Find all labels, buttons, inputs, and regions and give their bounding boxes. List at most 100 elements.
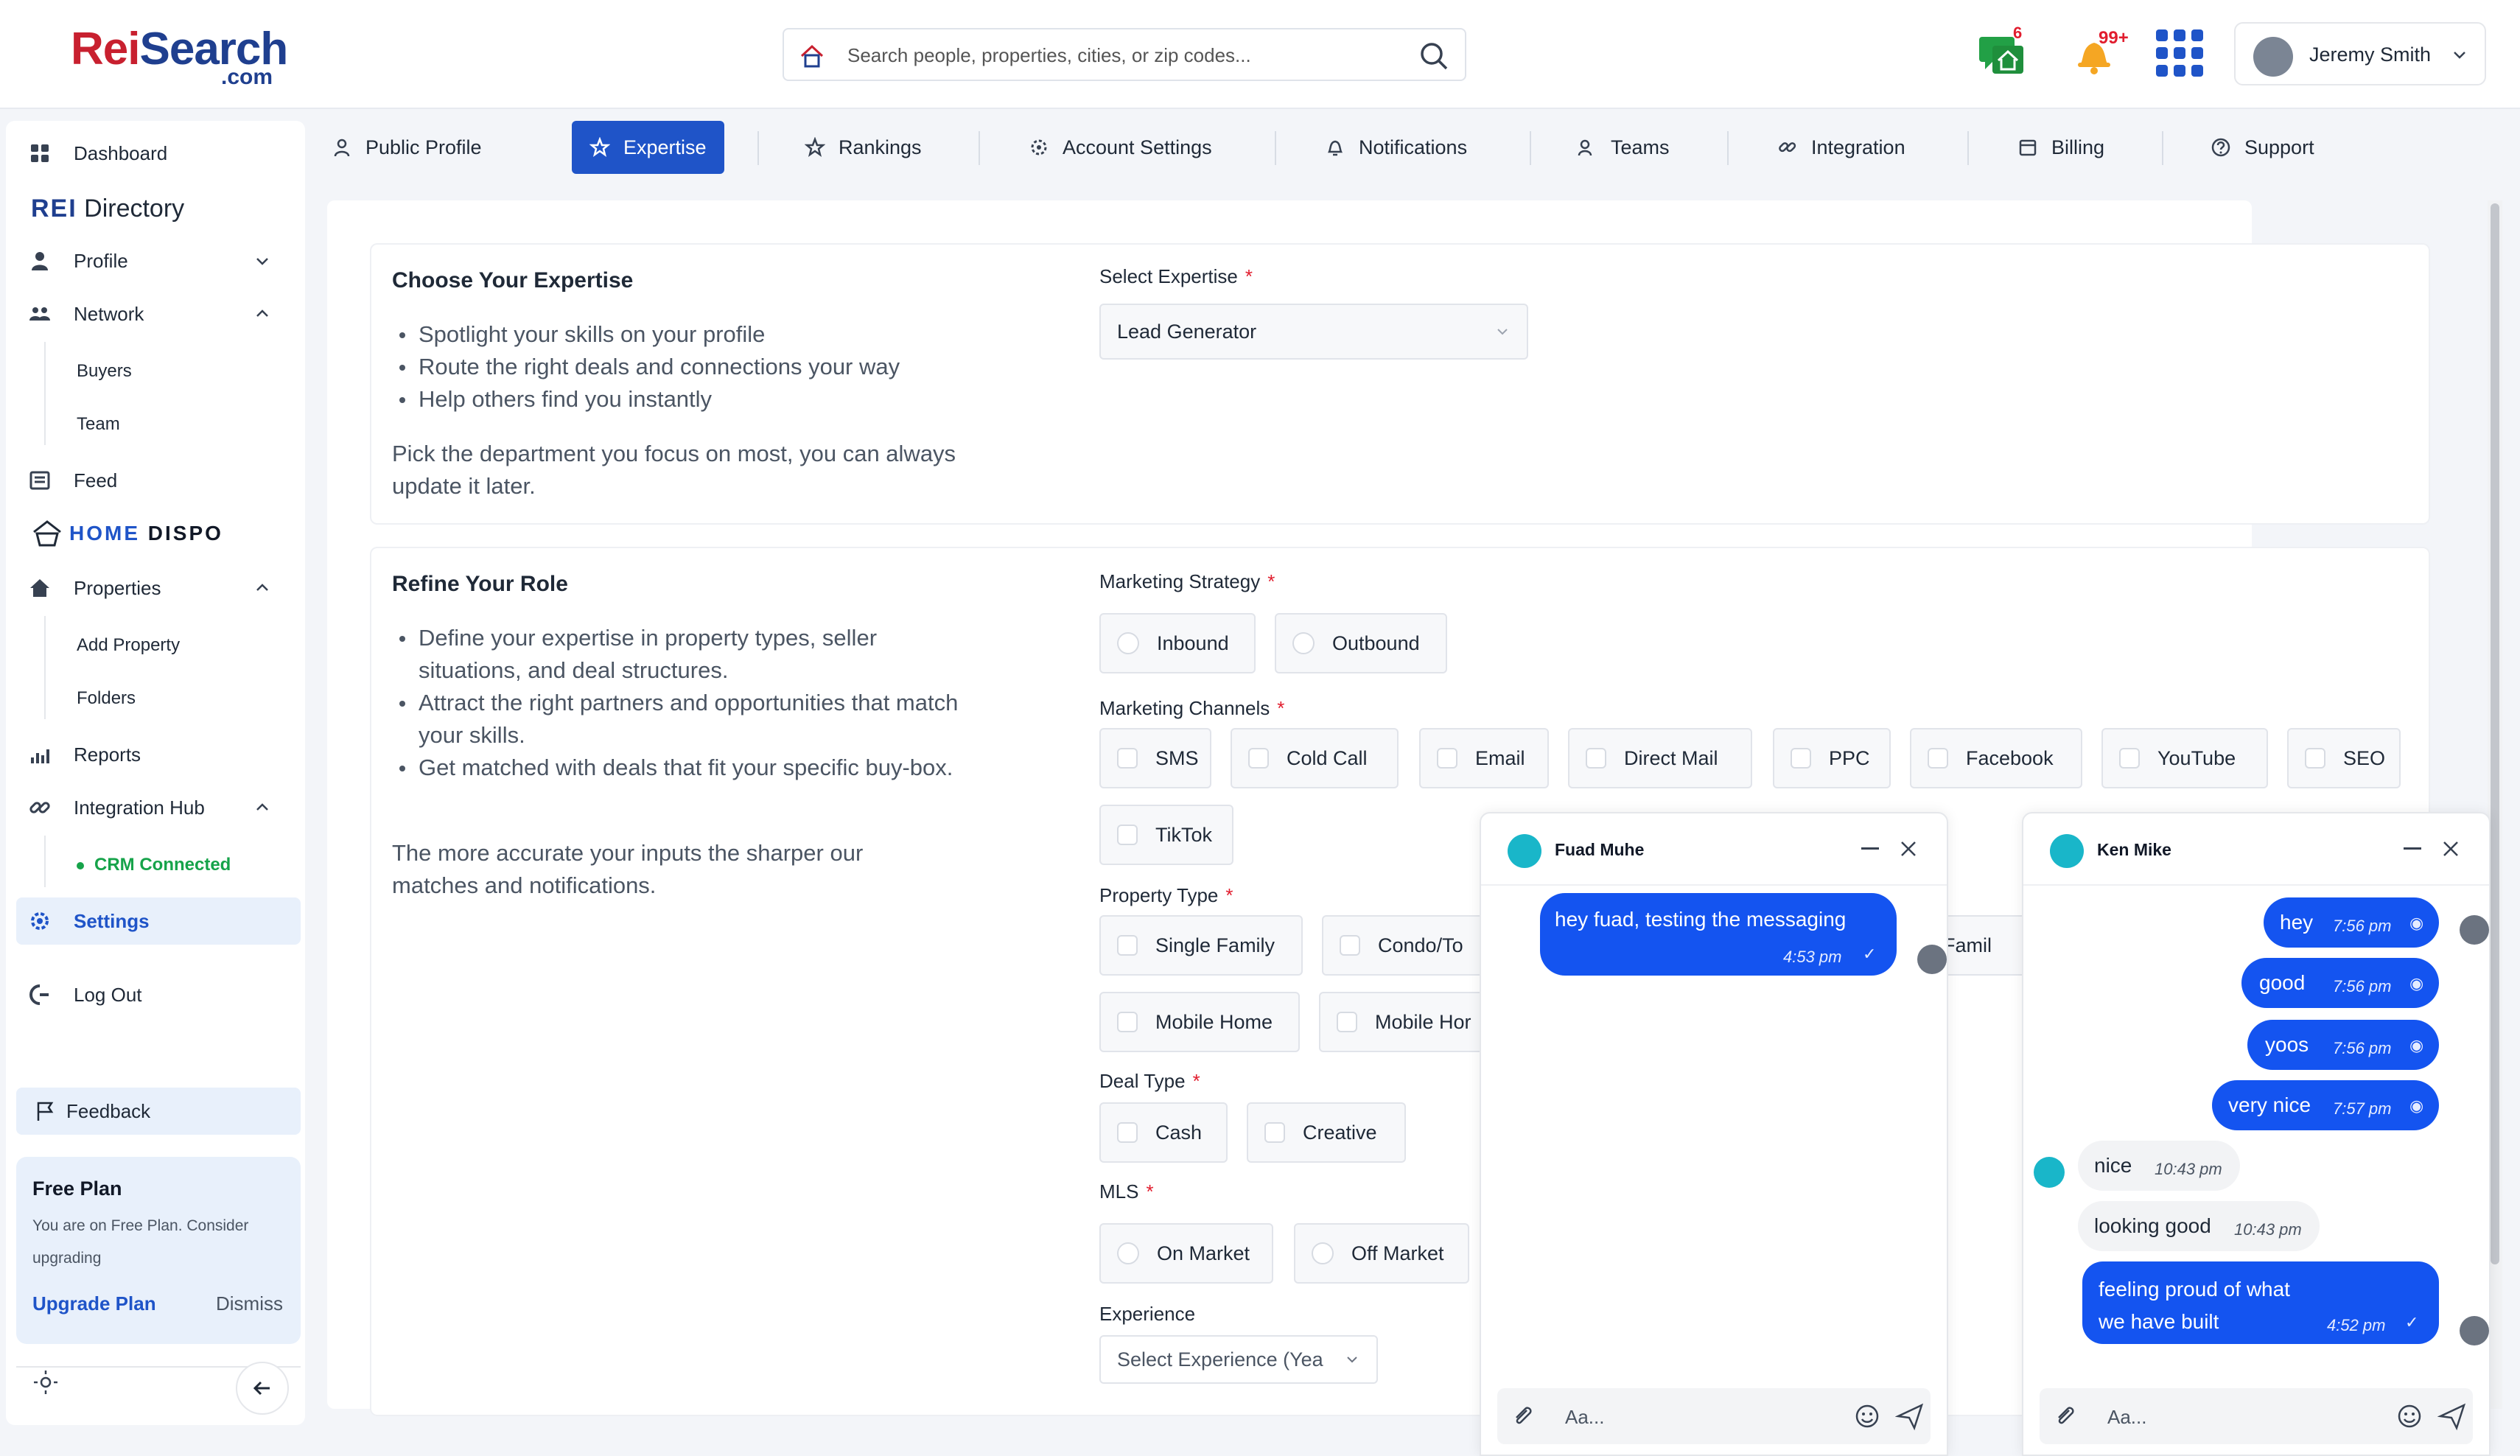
- crm-connected-status[interactable]: CRM Connected: [77, 855, 231, 875]
- checkbox[interactable]: [1117, 825, 1138, 845]
- checkbox[interactable]: [2119, 748, 2140, 769]
- checkbox[interactable]: [1791, 748, 1811, 769]
- tab-account-settings[interactable]: Account Settings: [1029, 121, 1212, 174]
- expertise-select[interactable]: Lead Generator: [1099, 304, 1528, 360]
- radio-outbound[interactable]: Outbound: [1275, 613, 1447, 673]
- checkbox[interactable]: [1117, 748, 1138, 769]
- feedback-button[interactable]: Feedback: [16, 1088, 301, 1135]
- tab-label: Billing: [2051, 136, 2105, 158]
- scrollbar-thumb[interactable]: [2491, 203, 2499, 1264]
- checkbox-direct-mail[interactable]: Direct Mail: [1568, 728, 1752, 788]
- checkbox-seo[interactable]: SEO: [2287, 728, 2401, 788]
- option-label: Single Family: [1155, 934, 1275, 956]
- radio[interactable]: [1292, 632, 1315, 654]
- sidebar-item-dashboard[interactable]: Dashboard: [28, 133, 286, 174]
- seen-icon: ◉: [2409, 1036, 2424, 1054]
- checkbox[interactable]: [1248, 748, 1269, 769]
- checkbox-tiktok[interactable]: TikTok: [1099, 805, 1233, 865]
- tab-integration[interactable]: Integration: [1777, 121, 1905, 174]
- checkbox-cold-call[interactable]: Cold Call: [1231, 728, 1399, 788]
- checkbox[interactable]: [1117, 935, 1138, 956]
- sidebar-item-folders[interactable]: Folders: [77, 688, 136, 709]
- tab-billing[interactable]: Billing: [2017, 121, 2104, 174]
- radio[interactable]: [1312, 1242, 1334, 1264]
- tab-notifications[interactable]: Notifications: [1325, 121, 1467, 174]
- radio-on-market[interactable]: On Market: [1099, 1223, 1273, 1284]
- paperclip-icon[interactable]: [2051, 1403, 2078, 1429]
- global-search[interactable]: Search people, properties, cities, or zi…: [783, 28, 1466, 81]
- checkbox-mobile-home-park[interactable]: Mobile Hor: [1319, 992, 1496, 1052]
- checkbox[interactable]: [1117, 1012, 1138, 1032]
- sidebar-item-reports[interactable]: Reports: [28, 734, 286, 775]
- checkbox-condo-townhouse[interactable]: Condo/To: [1322, 915, 1496, 976]
- search-icon[interactable]: [1418, 40, 1450, 72]
- sidebar-item-log-out[interactable]: Log Out: [28, 974, 286, 1015]
- option-label: Off Market: [1351, 1242, 1444, 1264]
- checkbox[interactable]: [1337, 1012, 1357, 1032]
- experience-select[interactable]: Select Experience (Yea: [1099, 1335, 1378, 1384]
- sidebar-item-add-property[interactable]: Add Property: [77, 635, 180, 656]
- sidebar-item-network[interactable]: Network: [28, 293, 286, 335]
- properties-icon: [30, 579, 49, 597]
- tab-rankings[interactable]: Rankings: [805, 121, 922, 174]
- notifications-button[interactable]: 99+: [2073, 28, 2132, 77]
- close-icon[interactable]: [2440, 839, 2461, 859]
- sidebar-item-buyers[interactable]: Buyers: [77, 361, 132, 382]
- send-icon[interactable]: [2437, 1401, 2467, 1431]
- emoji-icon[interactable]: [2396, 1403, 2423, 1429]
- message-time: 7:56 pm: [2333, 1039, 2392, 1057]
- rei-directory-logo[interactable]: REI Directory: [31, 195, 184, 223]
- tab-teams[interactable]: Teams: [1577, 121, 1670, 174]
- tree-line: [44, 616, 46, 719]
- checkbox[interactable]: [1117, 1122, 1138, 1143]
- checkbox[interactable]: [2305, 748, 2325, 769]
- sidebar-item-team[interactable]: Team: [77, 414, 120, 435]
- minimize-icon[interactable]: [2404, 847, 2421, 850]
- checkbox[interactable]: [1586, 748, 1606, 769]
- message-text: very nice: [2228, 1093, 2311, 1116]
- emoji-icon[interactable]: [1854, 1403, 1880, 1429]
- checkbox[interactable]: [1264, 1122, 1285, 1143]
- sidebar-item-profile[interactable]: Profile: [28, 240, 286, 281]
- radio-off-market[interactable]: Off Market: [1294, 1223, 1469, 1284]
- checkbox-cash[interactable]: Cash: [1099, 1102, 1228, 1163]
- checkbox[interactable]: [1437, 748, 1457, 769]
- checkbox-facebook[interactable]: Facebook: [1910, 728, 2082, 788]
- user-menu[interactable]: Jeremy Smith: [2234, 22, 2486, 85]
- send-icon[interactable]: [1895, 1401, 1925, 1431]
- paperclip-icon[interactable]: [1509, 1403, 1536, 1429]
- messages-button[interactable]: 6: [1978, 24, 2029, 77]
- radio[interactable]: [1117, 632, 1139, 654]
- collapse-sidebar-button[interactable]: [236, 1362, 289, 1415]
- search-input[interactable]: Search people, properties, cities, or zi…: [847, 44, 1251, 67]
- dismiss-link[interactable]: Dismiss: [216, 1292, 283, 1315]
- checkbox-email[interactable]: Email: [1419, 728, 1549, 788]
- message-input[interactable]: Aa...: [1565, 1406, 1604, 1429]
- close-icon[interactable]: [1898, 839, 1919, 859]
- list-item: Route the right deals and connections yo…: [392, 351, 1040, 383]
- sidebar-item-settings[interactable]: Settings: [16, 897, 301, 945]
- checkbox-sms[interactable]: SMS: [1099, 728, 1211, 788]
- apps-grid-button[interactable]: [2155, 28, 2205, 78]
- radio-inbound[interactable]: Inbound: [1099, 613, 1256, 673]
- tab-public-profile[interactable]: Public Profile: [332, 121, 482, 174]
- message-time: 7:57 pm: [2333, 1099, 2392, 1118]
- checkbox-ppc[interactable]: PPC: [1773, 728, 1891, 788]
- sidebar-item-integration-hub[interactable]: Integration Hub: [28, 787, 286, 828]
- radio[interactable]: [1117, 1242, 1139, 1264]
- checkbox[interactable]: [1928, 748, 1948, 769]
- checkbox[interactable]: [1340, 935, 1360, 956]
- sun-icon[interactable]: [31, 1368, 60, 1397]
- upgrade-plan-link[interactable]: Upgrade Plan: [32, 1292, 156, 1315]
- tab-support[interactable]: Support: [2211, 121, 2314, 174]
- sidebar-item-feed[interactable]: Feed: [28, 460, 286, 501]
- home-dispo-logo[interactable]: HOME DISPO: [31, 519, 223, 548]
- minimize-icon[interactable]: [1861, 847, 1879, 850]
- tab-expertise[interactable]: Expertise: [572, 121, 724, 174]
- checkbox-single-family[interactable]: Single Family: [1099, 915, 1303, 976]
- checkbox-youtube[interactable]: YouTube: [2101, 728, 2268, 788]
- sidebar-item-properties[interactable]: Properties: [28, 567, 286, 609]
- message-input[interactable]: Aa...: [2107, 1406, 2146, 1429]
- checkbox-creative[interactable]: Creative: [1247, 1102, 1406, 1163]
- checkbox-mobile-home[interactable]: Mobile Home: [1099, 992, 1300, 1052]
